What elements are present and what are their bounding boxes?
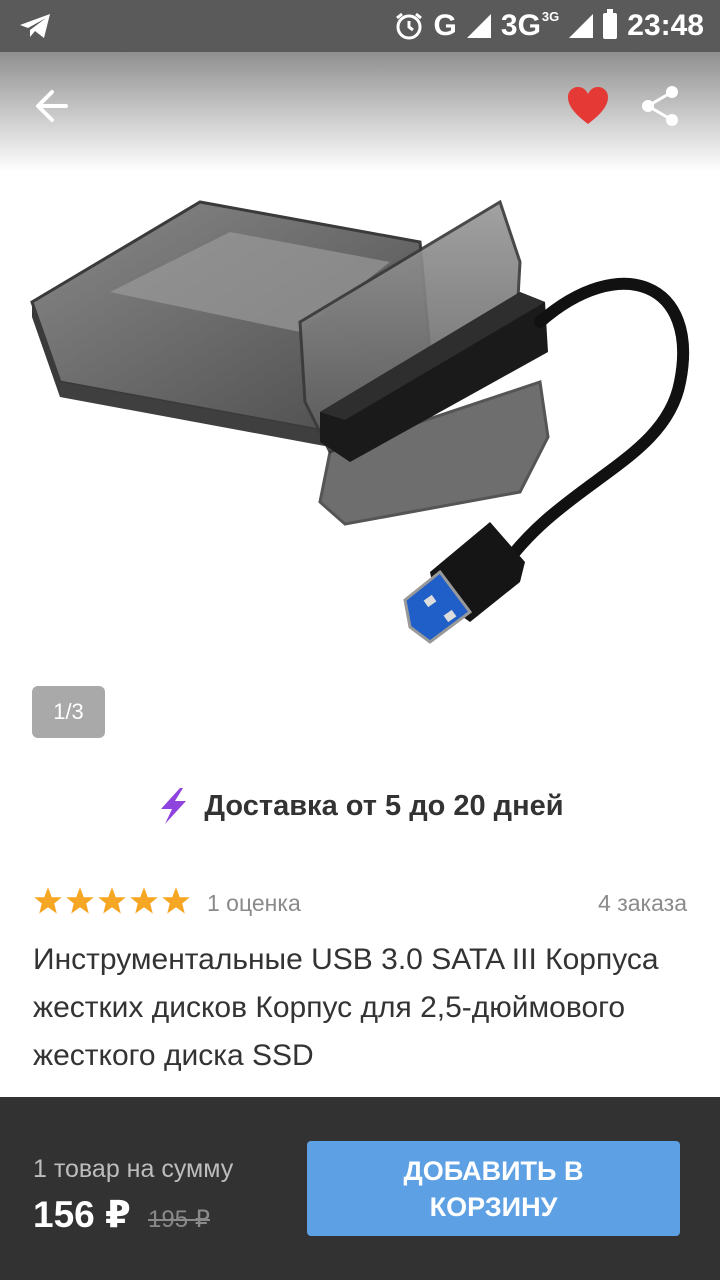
star-icon: [162, 887, 190, 914]
share-icon[interactable]: [638, 84, 682, 128]
product-title: Инструментальные USB 3.0 SATA III Корпус…: [33, 943, 659, 1072]
product-info: 1 оценка 4 заказа Инструментальные USB 3…: [0, 852, 720, 1097]
sum-label: 1 товар на сумму: [33, 1155, 234, 1183]
delivery-text: Доставка от 5 до 20 дней: [204, 789, 564, 822]
signal-icon: [466, 14, 491, 38]
delivery-row: Доставка от 5 до 20 дней: [0, 760, 720, 853]
image-counter: 1/3: [32, 686, 105, 738]
old-price: 195 ₽: [148, 1206, 210, 1233]
alarm-icon: [395, 12, 422, 40]
rating-stars[interactable]: [33, 886, 191, 916]
telegram-icon: [20, 14, 50, 38]
signal-icon-2: [569, 14, 594, 38]
heart-icon[interactable]: [566, 86, 610, 126]
product-gallery[interactable]: 1/3: [0, 52, 720, 760]
cart-bar: 1 товар на сумму 156 ₽ 195 ₽ ДОБАВИТЬ В …: [0, 1097, 720, 1280]
rating-count[interactable]: 1 оценка: [207, 890, 301, 917]
star-icon: [34, 887, 62, 914]
add-to-cart-button[interactable]: ДОБАВИТЬ В КОРЗИНУ: [307, 1141, 680, 1236]
orders-count: 4 заказа: [598, 890, 687, 916]
star-icon: [66, 887, 94, 914]
battery-icon: [603, 9, 618, 39]
status-bar: G 3G3G 23:48: [0, 0, 720, 52]
clock: 23:48: [627, 9, 704, 42]
header-gradient: [0, 52, 720, 172]
network-type-2: 3G3G: [500, 9, 560, 42]
price: 156 ₽: [33, 1194, 131, 1235]
lightning-icon: [161, 788, 187, 824]
network-type: G: [433, 9, 457, 42]
star-icon: [98, 887, 126, 914]
star-icon: [130, 887, 158, 914]
back-arrow-icon[interactable]: [30, 84, 82, 128]
